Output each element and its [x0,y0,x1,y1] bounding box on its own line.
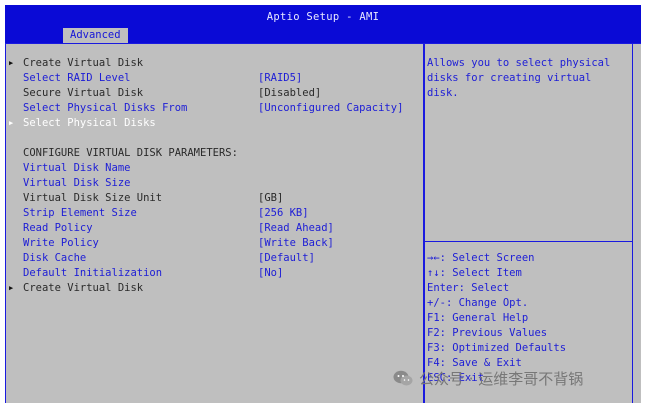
menu-item-value: [RAID5] [258,72,303,84]
submenu-arrow-icon: ▶ [9,119,14,127]
menu-item-label: Read Policy [23,222,93,234]
help-text: Allows you to select physical disks for … [427,57,611,99]
screen-border-right [632,43,633,403]
submenu-arrow-icon: ▶ [9,284,14,292]
screen-border-left [5,43,6,403]
key-legend-line: +/-: Change Opt. [427,297,529,309]
key-legend-line: F1: General Help [427,312,529,324]
menu-item-value: [256 KB] [258,207,309,219]
pane-divider [423,43,425,403]
watermark: 公众号 · 运维李哥不背锅 [393,368,583,394]
menu-item-label: Create Virtual Disk [23,57,144,69]
key-legend-line: F2: Previous Values [427,327,548,339]
key-legend-line: →←: Select Screen [427,252,535,264]
section-heading-label: CONFIGURE VIRTUAL DISK PARAMETERS: [23,147,238,159]
key-legend-line: F3: Optimized Defaults [427,342,567,354]
menu-item-label: Write Policy [23,237,99,249]
watermark-text: 公众号 · 运维李哥不背锅 [419,370,584,388]
key-legend: →←: Select Screen ↑↓: Select Item Enter:… [427,251,566,386]
menu-item-label: Virtual Disk Name [23,162,131,174]
tab-advanced[interactable]: Advanced [63,28,128,43]
menu-item-value: [No] [258,267,284,279]
menu-item-label: Disk Cache [23,252,87,264]
wechat-icon [393,370,413,386]
setup-screen: ▶ Create Virtual Disk Select RAID Level … [5,43,641,403]
help-divider [425,241,632,242]
menu-item-label: Create Virtual Disk [23,282,144,294]
submenu-arrow-icon: ▶ [9,59,14,67]
menu-item-value: [GB] [258,192,284,204]
menu-item-label: Default Initialization [23,267,163,279]
menu-item-value: [Write Back] [258,237,334,249]
menu-item-label: Virtual Disk Size Unit [23,192,163,204]
menu-item-value: [Disabled] [258,87,322,99]
bios-header: Aptio Setup - AMI Advanced [5,5,641,43]
key-legend-line: ↑↓: Select Item [427,267,522,279]
menu-item-label: Select Physical Disks From [23,102,188,114]
menu-item-value: [Default] [258,252,315,264]
menu-item-value: [Unconfigured Capacity] [258,102,404,114]
screen-border-top [5,43,641,44]
menu-item-label: Virtual Disk Size [23,177,131,189]
menu-item-label: Strip Element Size [23,207,137,219]
key-legend-line: Enter: Select [427,282,510,294]
menu-item-label: Select RAID Level [23,72,131,84]
menu-item-label: Secure Virtual Disk [23,87,144,99]
app-title: Aptio Setup - AMI [266,11,380,23]
menu-item-value: [Read Ahead] [258,222,334,234]
menu-item-label: Select Physical Disks [23,117,156,129]
